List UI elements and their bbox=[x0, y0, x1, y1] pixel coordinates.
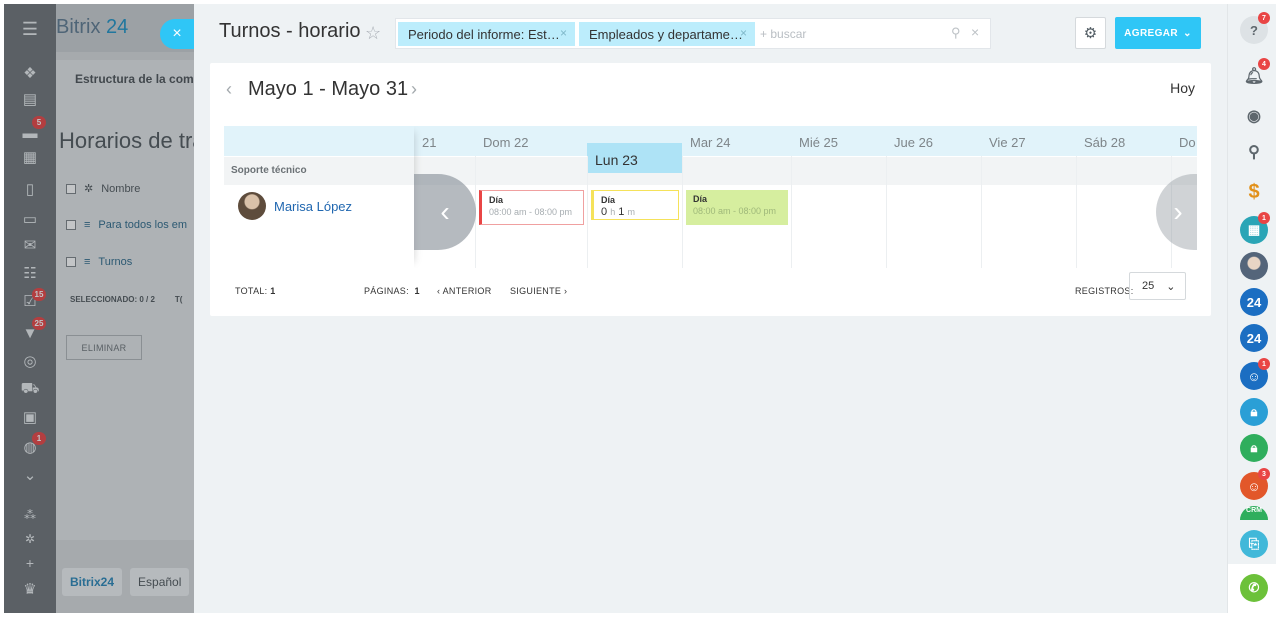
favorite-star-icon[interactable]: ☆ bbox=[365, 23, 381, 44]
chevron-down-icon: ⌄ bbox=[1166, 280, 1176, 293]
employee-column: Soporte técnico Marisa López bbox=[224, 126, 414, 268]
next-period-icon[interactable]: › bbox=[411, 79, 417, 100]
remove-filter-icon[interactable]: × bbox=[560, 26, 567, 40]
filter-search-bar[interactable]: Periodo del informe: Est… × Empleados y … bbox=[395, 18, 991, 49]
filter-chip-label: Empleados y departame… bbox=[589, 26, 743, 42]
shift-time: 08:00 am - 08:00 pm bbox=[489, 207, 573, 217]
chevron-right-icon: › bbox=[1173, 196, 1183, 227]
group-chat-icon[interactable]: ☺ 1 bbox=[1240, 358, 1270, 390]
right-sidebar: ? 7 🔔︎ 4 ◉ ⚲ $ ▦ 1 24 24 ☺ 1 🔒︎ 🔒︎ ☺ 3 CRM ⎘ … bbox=[1227, 4, 1277, 613]
previous-page-link[interactable]: ‹ ANTERIOR bbox=[437, 286, 492, 296]
avatar[interactable] bbox=[238, 192, 266, 220]
employee-name[interactable]: Marisa López bbox=[274, 199, 352, 214]
page-title: Turnos - horario bbox=[219, 20, 361, 42]
notifications-badge: 4 bbox=[1258, 58, 1270, 70]
lock-icon[interactable]: 🔒︎ bbox=[1240, 398, 1268, 426]
filter-chip-employees[interactable]: Empleados y departame… × bbox=[579, 22, 755, 46]
modal-overlay[interactable] bbox=[4, 4, 194, 613]
day-header: Sáb 28 bbox=[1084, 135, 1126, 150]
shift-card[interactable]: Día 0 h 1 m bbox=[591, 190, 679, 220]
group-chat-icon[interactable]: ☺ 3 bbox=[1240, 468, 1270, 500]
schedule-grid: 21 Dom 22 Lun 23 Mar 24 Mié 25 Jue 26 Vi… bbox=[224, 126, 1197, 268]
add-button[interactable]: AGREGAR ⌄ bbox=[1115, 17, 1201, 49]
day-header-today: Lun 23 bbox=[587, 143, 682, 173]
records-label: REGISTROS: bbox=[1075, 286, 1134, 296]
shift-title: Día bbox=[693, 194, 708, 204]
help-badge: 7 bbox=[1258, 12, 1270, 24]
records-value: 25 bbox=[1142, 280, 1155, 292]
calendar-badge: 1 bbox=[1258, 212, 1270, 224]
day-header: Vie 27 bbox=[989, 135, 1026, 150]
group-chat-badge: 3 bbox=[1258, 468, 1270, 480]
phone-icon[interactable]: ✆ bbox=[1240, 574, 1268, 602]
grid-line bbox=[1076, 156, 1077, 268]
bitrix24-chat-icon[interactable]: 24 bbox=[1240, 324, 1268, 352]
calendar-contact-icon[interactable]: ▦ 1 bbox=[1240, 212, 1270, 244]
grid-line bbox=[981, 156, 982, 268]
grid-line bbox=[886, 156, 887, 268]
grid-line bbox=[791, 156, 792, 268]
search-input[interactable]: + buscar bbox=[760, 27, 806, 41]
chevron-left-icon: ‹ bbox=[440, 196, 450, 227]
bitrix24-chat-icon[interactable]: 24 bbox=[1240, 288, 1268, 316]
day-header: Mié 25 bbox=[799, 135, 839, 150]
messages-icon[interactable]: ◉ bbox=[1240, 102, 1268, 130]
previous-period-icon[interactable]: ‹ bbox=[226, 79, 232, 100]
chevron-left-icon: ‹ bbox=[437, 286, 441, 296]
filter-chip-period[interactable]: Periodo del informe: Est… × bbox=[398, 22, 575, 46]
filter-chip-label: Periodo del informe: Est… bbox=[408, 26, 560, 42]
employee-row[interactable]: Marisa López bbox=[238, 192, 352, 220]
lock-icon[interactable]: 🔒︎ bbox=[1240, 434, 1268, 462]
chevron-right-icon: › bbox=[564, 286, 568, 296]
notifications-icon[interactable]: 🔔︎ 4 bbox=[1240, 58, 1270, 90]
settings-button[interactable]: ⚙ bbox=[1075, 17, 1106, 49]
help-icon[interactable]: ? 7 bbox=[1240, 12, 1270, 44]
close-slider-button[interactable]: × bbox=[160, 19, 194, 49]
clear-search-icon[interactable]: × bbox=[971, 24, 979, 40]
shift-card[interactable]: Día 08:00 am - 08:00 pm bbox=[479, 190, 584, 225]
chevron-down-icon: ⌄ bbox=[1183, 27, 1192, 39]
pages-count: PÁGINAS: 1 bbox=[364, 286, 420, 296]
remove-filter-icon[interactable]: × bbox=[740, 26, 747, 40]
records-per-page-select[interactable]: 25 ⌄ bbox=[1129, 272, 1186, 300]
scroll-left-button[interactable]: ‹ bbox=[414, 174, 476, 250]
search-icon[interactable]: ⚲ bbox=[1240, 138, 1268, 166]
day-header: Dom 22 bbox=[483, 135, 529, 150]
next-page-link[interactable]: SIGUIENTE › bbox=[510, 286, 567, 296]
day-header: Jue 26 bbox=[894, 135, 934, 150]
day-header: Do bbox=[1179, 135, 1196, 150]
user-avatar[interactable] bbox=[1240, 252, 1268, 280]
department-name: Soporte técnico bbox=[224, 157, 414, 185]
shift-time: 08:00 am - 08:00 pm bbox=[693, 206, 777, 216]
total-count: TOTAL: 1 bbox=[235, 286, 276, 296]
document-share-icon[interactable]: ⎘ bbox=[1240, 530, 1268, 558]
shift-duration: 0 h 1 m bbox=[601, 206, 635, 218]
employee-column-header bbox=[224, 126, 414, 156]
grid-line bbox=[682, 156, 683, 268]
scroll-right-button[interactable]: › bbox=[1156, 174, 1197, 250]
group-chat-badge: 1 bbox=[1258, 358, 1270, 370]
day-header: 21 bbox=[422, 135, 437, 150]
close-icon: × bbox=[172, 25, 182, 42]
grid-footer: TOTAL: 1 PÁGINAS: 1 ‹ ANTERIOR SIGUIENTE… bbox=[235, 272, 1195, 306]
search-icon[interactable]: ⚲ bbox=[951, 25, 961, 41]
schedule-panel: ‹ Mayo 1 - Mayo 31 › Hoy 21 Dom 22 Lun 2… bbox=[210, 63, 1211, 316]
today-button[interactable]: Hoy bbox=[1170, 80, 1195, 96]
shifts-slider: Turnos - horario ☆ Periodo del informe: … bbox=[194, 4, 1227, 613]
shift-title: Día bbox=[601, 195, 616, 205]
gear-icon: ⚙ bbox=[1083, 25, 1098, 42]
shift-card[interactable]: Día 08:00 am - 08:00 pm bbox=[686, 190, 788, 225]
day-header: Mar 24 bbox=[690, 135, 731, 150]
period-label: Mayo 1 - Mayo 31 bbox=[248, 78, 409, 100]
shift-title: Día bbox=[489, 195, 504, 205]
dollar-icon[interactable]: $ bbox=[1240, 178, 1268, 206]
crm-icon[interactable]: CRM bbox=[1240, 506, 1268, 520]
grid-line bbox=[587, 156, 588, 268]
add-button-label: AGREGAR bbox=[1124, 27, 1179, 39]
